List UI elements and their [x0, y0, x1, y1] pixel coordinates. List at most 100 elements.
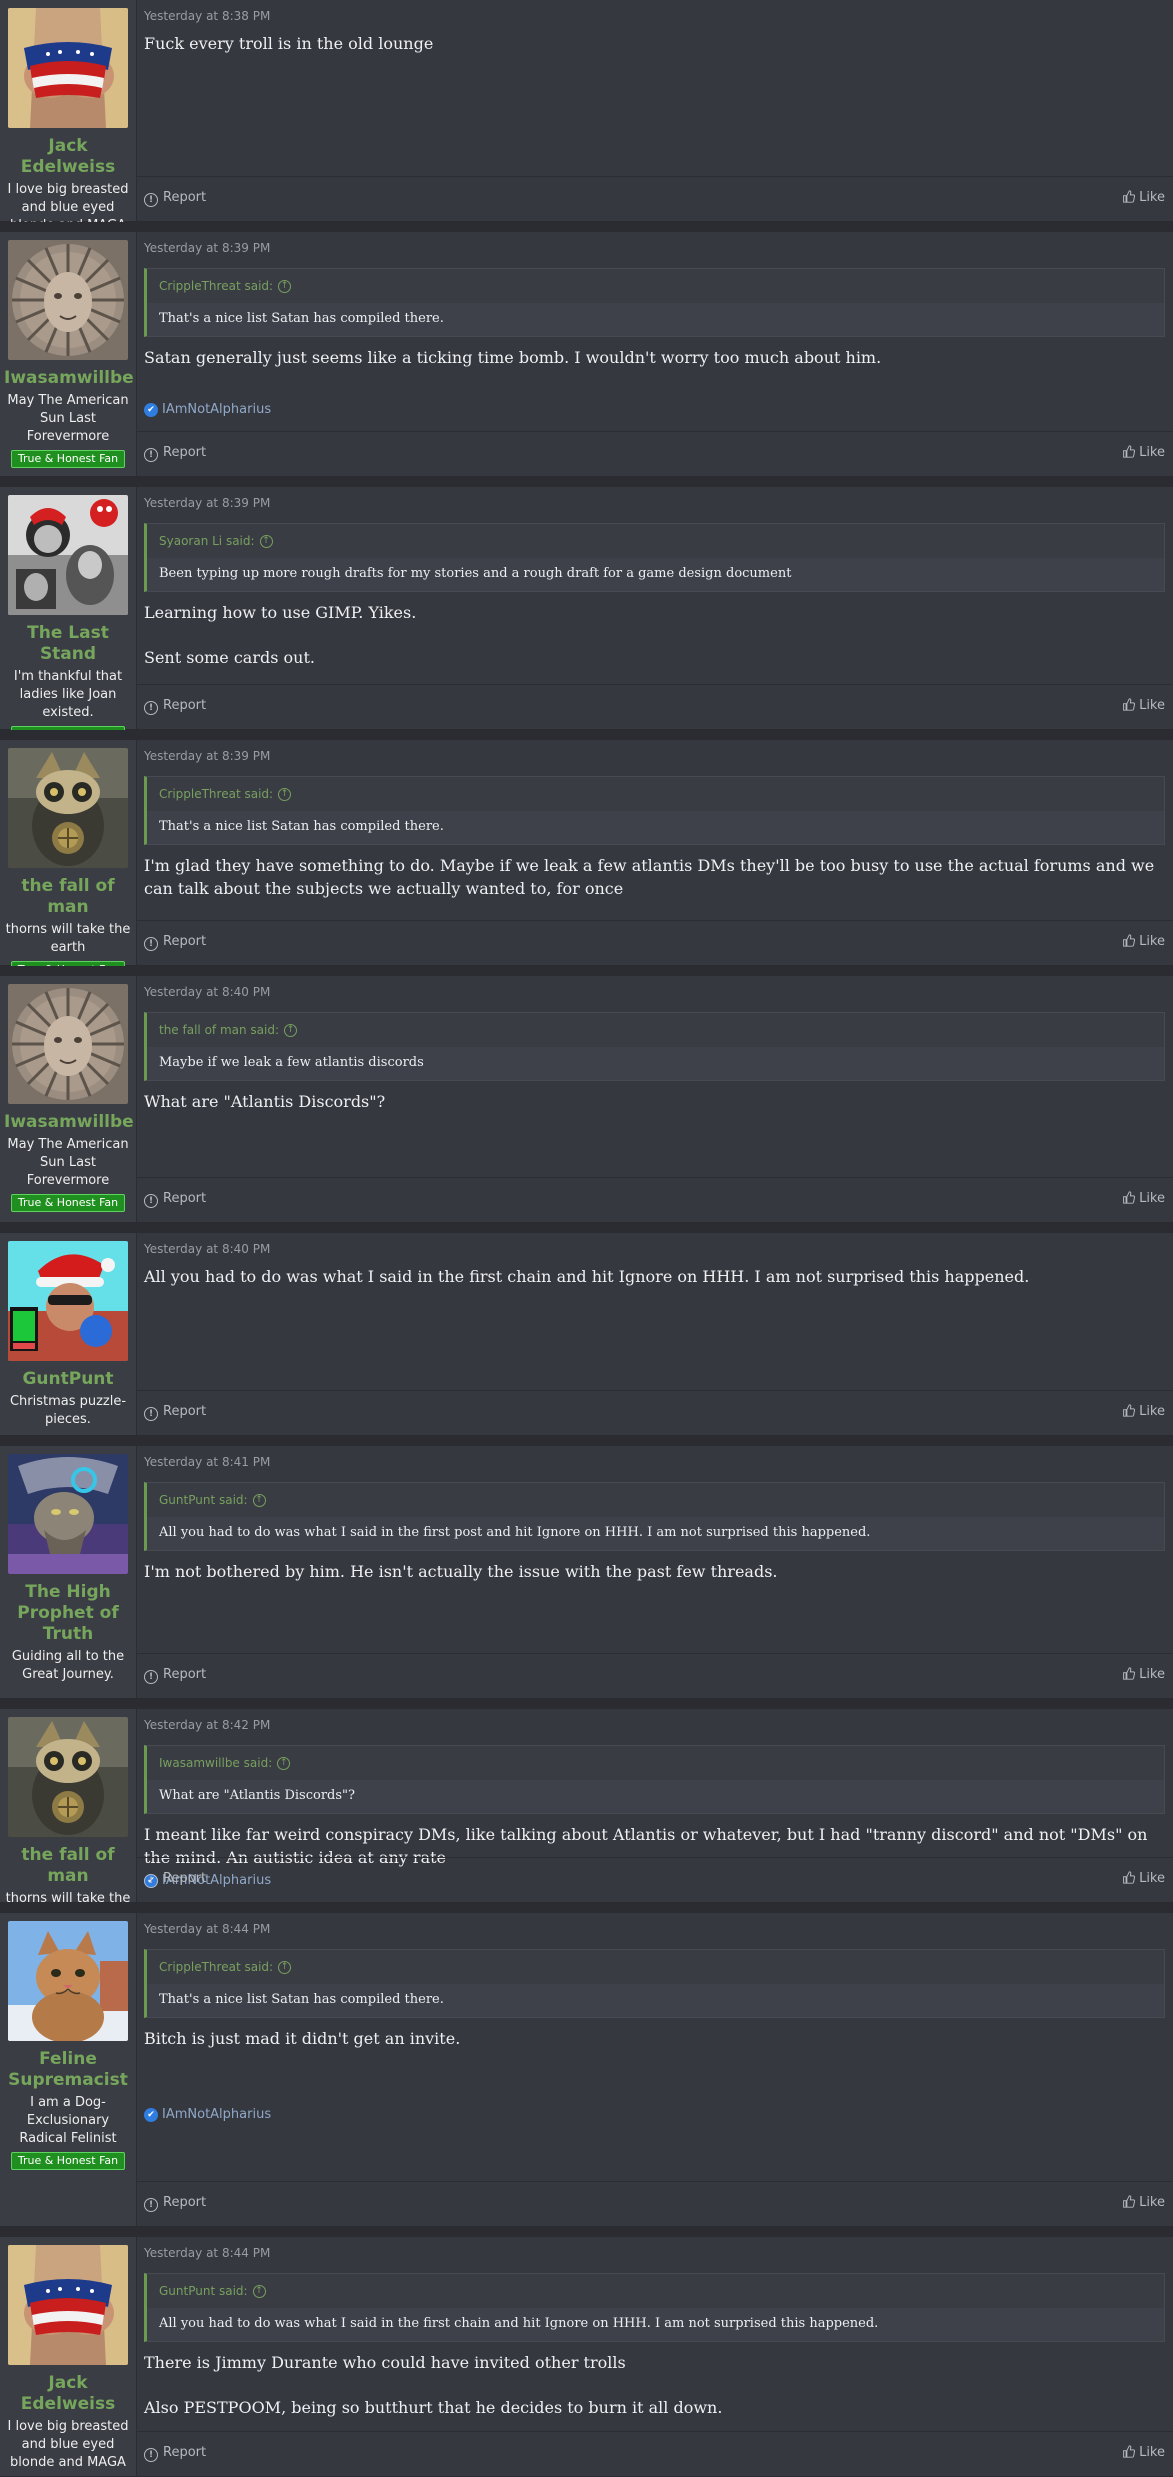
post-user-cell: Iwasamwillbe May The American Sun Last Fo… — [0, 232, 137, 476]
reaction-user[interactable]: IAmNotAlpharius — [162, 2107, 271, 2122]
post-main: Yesterday at 8:39 PM CrippleThreat said: ↑… — [136, 740, 1173, 965]
message-paragraph: Satan generally just seems like a tickin… — [144, 348, 882, 367]
quote-author-link[interactable]: CrippleThreat said: ↑ — [147, 269, 1164, 303]
like-label: Like — [1139, 1871, 1165, 1886]
like-button[interactable]: Like — [1122, 1871, 1165, 1886]
username-link[interactable]: The Last Stand — [4, 623, 132, 665]
quote-author-link[interactable]: Syaoran Li said: ↑ — [147, 524, 1164, 558]
post-divider — [0, 966, 1173, 976]
santa-hat-avatar[interactable] — [8, 1241, 128, 1361]
post-user-cell: Jack Edelweiss I love big breasted and bl… — [0, 0, 137, 233]
quote-author-link[interactable]: the fall of man said: ↑ — [147, 1013, 1164, 1047]
post-date-link[interactable]: Yesterday at 8:39 PM — [144, 241, 270, 255]
username-link[interactable]: Jack Edelweiss — [4, 136, 132, 178]
like-label: Like — [1139, 190, 1165, 205]
forum-post: Iwasamwillbe May The American Sun Last Fo… — [0, 976, 1173, 1223]
username-link[interactable]: Iwasamwillbe — [4, 1112, 134, 1133]
jump-up-arrow-icon[interactable]: ↑ — [259, 535, 273, 548]
jump-up-arrow-icon[interactable]: ↑ — [278, 1961, 292, 1974]
quote-text: That's a nice list Satan has compiled th… — [159, 311, 444, 326]
quote-author-link[interactable]: CrippleThreat said: ↑ — [147, 1950, 1164, 1984]
post-main: Yesterday at 8:42 PM Iwasamwillbe said: ↑ W… — [136, 1709, 1173, 1902]
report-button[interactable]: ! Report — [144, 698, 206, 715]
jump-up-arrow-icon[interactable]: ↑ — [284, 1024, 298, 1037]
report-button[interactable]: ! Report — [144, 1667, 206, 1684]
quote-author-link[interactable]: GuntPunt said: ↑ — [147, 1483, 1164, 1517]
report-button[interactable]: ! Report — [144, 445, 206, 462]
user-banner: True & Honest Fan — [10, 1194, 126, 1212]
like-button[interactable]: Like — [1122, 934, 1165, 949]
post-date-link[interactable]: Yesterday at 8:40 PM — [144, 985, 270, 999]
jump-up-arrow-icon[interactable]: ↑ — [278, 280, 292, 293]
report-button[interactable]: ! Report — [144, 190, 206, 207]
post-date-link[interactable]: Yesterday at 8:38 PM — [144, 9, 270, 23]
like-button[interactable]: Like — [1122, 1404, 1165, 1419]
report-button[interactable]: ! Report — [144, 1404, 206, 1421]
post-message: Satan generally just seems like a tickin… — [144, 346, 1165, 391]
message-paragraph: Also PESTPOOM, being so butthurt that he… — [144, 2398, 723, 2417]
like-button[interactable]: Like — [1122, 1191, 1165, 1206]
owl-mask-avatar[interactable] — [8, 1717, 128, 1837]
owl-mask-avatar[interactable] — [8, 748, 128, 868]
like-button[interactable]: Like — [1122, 2195, 1165, 2210]
report-button[interactable]: ! Report — [144, 2195, 206, 2212]
user-title: I'm thankful that ladies like Joan exist… — [13, 669, 123, 720]
message-paragraph: Sent some cards out. — [144, 648, 315, 667]
post-date-link[interactable]: Yesterday at 8:44 PM — [144, 1922, 270, 1936]
username-link[interactable]: The High Prophet of Truth — [4, 1582, 132, 1645]
report-button[interactable]: ! Report — [144, 934, 206, 951]
post-message: There is Jimmy Durante who could have in… — [144, 2351, 1165, 2441]
cat-avatar[interactable] — [8, 1921, 128, 2041]
report-button[interactable]: ! Report — [144, 1871, 206, 1888]
flag-bikini-avatar[interactable] — [8, 2245, 128, 2365]
quote-author-link[interactable]: GuntPunt said: ↑ — [147, 2274, 1164, 2308]
report-icon: ! — [144, 1407, 158, 1421]
username-link[interactable]: the fall of man — [4, 1845, 132, 1887]
sun-medallion-avatar[interactable] — [8, 240, 128, 360]
jump-up-arrow-icon[interactable]: ↑ — [277, 1757, 291, 1770]
username-link[interactable]: Iwasamwillbe — [4, 368, 134, 389]
post-user-cell: GuntPunt Christmas puzzle-pieces. — [0, 1233, 137, 1435]
like-button[interactable]: Like — [1122, 445, 1165, 460]
reactions-bar[interactable]: ✔ IAmNotAlpharius — [144, 402, 271, 417]
post-date-link[interactable]: Yesterday at 8:39 PM — [144, 749, 270, 763]
report-button[interactable]: ! Report — [144, 2445, 206, 2462]
post-date-link[interactable]: Yesterday at 8:44 PM — [144, 2246, 270, 2260]
username-link[interactable]: Feline Supremacist — [4, 2049, 132, 2091]
prophet-avatar[interactable] — [8, 1454, 128, 1574]
username-link[interactable]: GuntPunt — [4, 1369, 132, 1390]
quote-block: GuntPunt said: ↑ All you had to do was wha… — [144, 1482, 1165, 1551]
jump-up-arrow-icon[interactable]: ↑ — [252, 1494, 266, 1507]
post-date-link[interactable]: Yesterday at 8:39 PM — [144, 496, 270, 510]
like-label: Like — [1139, 1667, 1165, 1682]
post-message: Bitch is just mad it didn't get an invit… — [144, 2027, 1165, 2072]
report-label: Report — [163, 1191, 207, 1206]
quote-author: GuntPunt said: — [159, 1493, 248, 1507]
like-button[interactable]: Like — [1122, 190, 1165, 205]
report-button[interactable]: ! Report — [144, 1191, 206, 1208]
username-link[interactable]: Jack Edelweiss — [4, 2373, 132, 2415]
flag-bikini-avatar[interactable] — [8, 8, 128, 128]
quote-author-link[interactable]: Iwasamwillbe said: ↑ — [147, 1746, 1164, 1780]
like-button[interactable]: Like — [1122, 2445, 1165, 2460]
forum-post: The Last Stand I'm thankful that ladies l… — [0, 487, 1173, 744]
like-button[interactable]: Like — [1122, 698, 1165, 713]
reaction-user[interactable]: IAmNotAlpharius — [162, 402, 271, 417]
user-info: The High Prophet of Truth Guiding all to … — [4, 1582, 132, 1684]
joan-collage-avatar[interactable] — [8, 495, 128, 615]
report-label: Report — [163, 1667, 207, 1682]
post-date-link[interactable]: Yesterday at 8:41 PM — [144, 1455, 270, 1469]
jump-up-arrow-icon[interactable]: ↑ — [278, 788, 292, 801]
post-divider — [0, 2227, 1173, 2237]
like-button[interactable]: Like — [1122, 1667, 1165, 1682]
post-date-link[interactable]: Yesterday at 8:42 PM — [144, 1718, 270, 1732]
quote-author: the fall of man said: — [159, 1023, 280, 1037]
jump-up-arrow-icon[interactable]: ↑ — [252, 2285, 266, 2298]
thumbs-up-icon — [1123, 1871, 1136, 1884]
reactions-bar[interactable]: ✔ IAmNotAlpharius — [144, 2107, 271, 2122]
username-link[interactable]: the fall of man — [4, 876, 132, 918]
quote-author-link[interactable]: CrippleThreat said: ↑ — [147, 777, 1164, 811]
post-main: Yesterday at 8:40 PM All you had to do wa… — [136, 1233, 1173, 1435]
post-date-link[interactable]: Yesterday at 8:40 PM — [144, 1242, 270, 1256]
sun-medallion-avatar[interactable] — [8, 984, 128, 1104]
